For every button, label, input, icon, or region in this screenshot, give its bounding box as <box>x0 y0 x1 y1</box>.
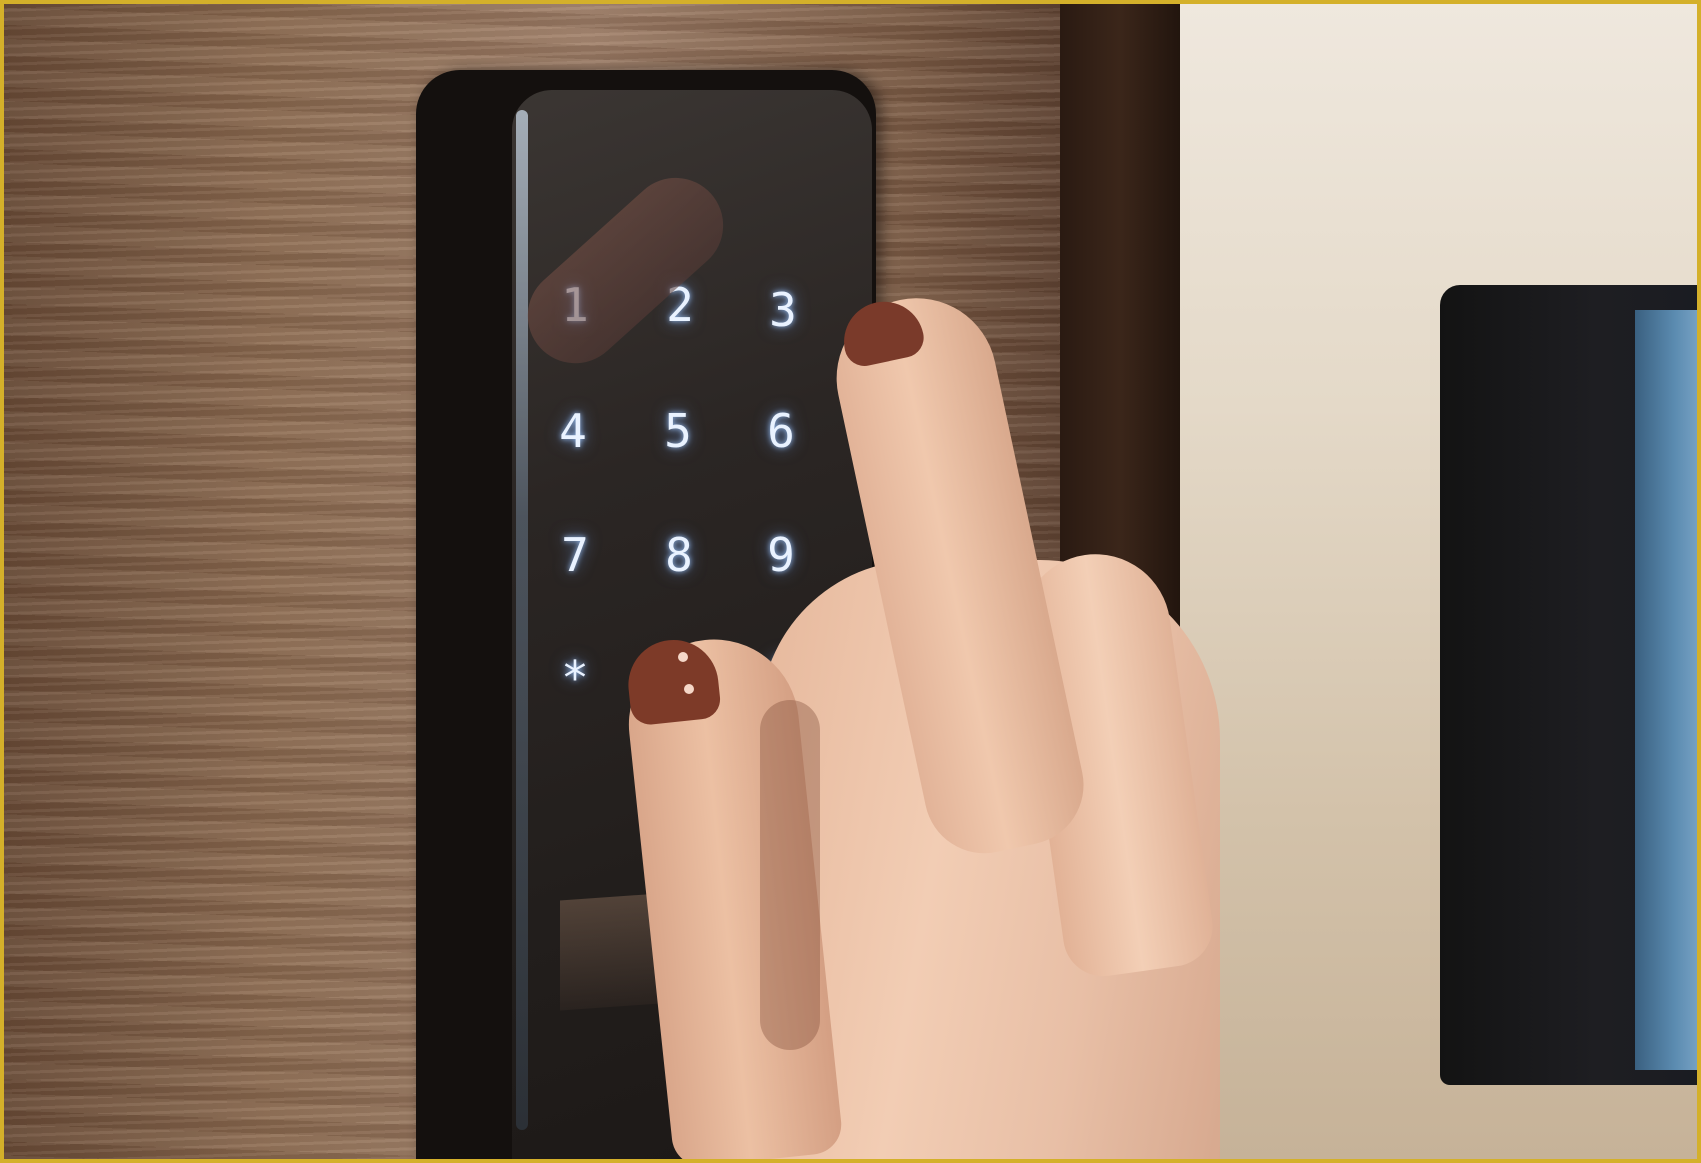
key-5[interactable]: 5 <box>643 396 713 466</box>
key-7[interactable]: 7 <box>540 520 610 590</box>
key-3[interactable]: 3 <box>748 275 818 345</box>
nail-glint <box>684 684 694 694</box>
key-star[interactable]: * <box>540 643 610 713</box>
key-4[interactable]: 4 <box>538 396 608 466</box>
blurred-blue-object <box>1635 310 1701 1070</box>
key-6[interactable]: 6 <box>746 396 816 466</box>
nail-glint <box>678 652 688 662</box>
lock-edge-highlight <box>516 110 528 1130</box>
hand-shadow <box>760 700 820 1050</box>
photo-scene: 1 2 3 4 5 6 7 8 9 * # <box>0 0 1701 1163</box>
key-8[interactable]: 8 <box>644 520 714 590</box>
key-9[interactable]: 9 <box>746 520 816 590</box>
